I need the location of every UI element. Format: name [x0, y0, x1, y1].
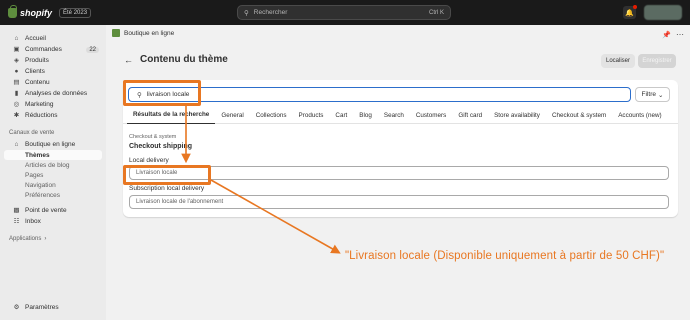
sidebar-item-label: Inbox	[25, 218, 41, 225]
account-avatar[interactable]	[644, 5, 682, 20]
sidebar-item-marketing[interactable]: ◎ Marketing	[4, 99, 102, 110]
sidebar-subitem-navigation[interactable]: Navigation	[4, 180, 102, 190]
sidebar-item-label: Analyses de données	[25, 90, 88, 97]
sidebar-item-contenu[interactable]: ▤ Contenu	[4, 77, 102, 88]
search-highlight-box	[123, 80, 201, 106]
tab-cart[interactable]: Cart	[329, 107, 353, 124]
sidebar-item-pos[interactable]: ▩ Point de vente	[4, 205, 102, 216]
sidebar-item-label: Boutique en ligne	[25, 141, 76, 148]
save-button[interactable]: Enregistrer	[638, 54, 676, 68]
tag-icon: ◈	[14, 57, 19, 64]
annotation-callout: "Livraison locale (Disponible uniquement…	[345, 250, 665, 262]
back-arrow-icon[interactable]: ←	[124, 55, 133, 65]
chevron-right-icon: ›	[44, 236, 47, 242]
tab-search[interactable]: Search	[378, 107, 410, 124]
sidebar-item-label: Réductions	[25, 112, 58, 119]
edition-badge[interactable]: Été 2023	[59, 7, 92, 18]
sidebar-item-label: Marketing	[25, 101, 54, 108]
tab-blog[interactable]: Blog	[353, 107, 378, 124]
filter-button[interactable]: Filtre ⌄	[635, 87, 670, 102]
tab-accounts-new[interactable]: Accounts (new)	[612, 107, 667, 124]
person-icon: ●	[14, 68, 19, 75]
orders-count-badge: 22	[86, 46, 99, 53]
sidebar-subitem-blog[interactable]: Articles de blog	[4, 160, 102, 170]
field-highlight-box	[123, 165, 211, 185]
sidebar-item-produits[interactable]: ◈ Produits	[4, 55, 102, 66]
content-icon: ▤	[13, 79, 20, 86]
tab-checkout-system[interactable]: Checkout & system	[546, 107, 612, 124]
sidebar-subitem-preferences[interactable]: Préférences	[4, 190, 102, 200]
sidebar-item-label: Produits	[25, 57, 49, 64]
chevron-down-icon: ⌄	[658, 91, 664, 99]
sidebar-item-commandes[interactable]: ▣ Commandes 22	[4, 44, 102, 55]
tab-store-availability[interactable]: Store availability	[488, 107, 546, 124]
local-delivery-label: Local delivery	[129, 157, 169, 164]
sidebar-item-reductions[interactable]: ✱ Réductions	[4, 110, 102, 121]
breadcrumb: Boutique en ligne	[112, 29, 174, 37]
pos-icon: ▩	[13, 207, 20, 214]
sidebar-item-settings[interactable]: ⚙ Paramètres	[4, 302, 102, 313]
filter-label: Filtre	[641, 91, 656, 98]
target-icon: ◎	[13, 101, 20, 108]
inbox-icon: ☷	[13, 218, 20, 225]
shopify-bag-icon	[8, 4, 17, 18]
tab-products[interactable]: Products	[293, 107, 330, 124]
applications-label: Applications	[9, 236, 42, 242]
shopify-logo[interactable]: shopify Été 2023	[8, 4, 92, 18]
discount-icon: ✱	[13, 112, 20, 119]
sidebar-bottom: ⚙ Paramètres	[0, 302, 106, 313]
tab-search-results[interactable]: Résultats de la recherche	[127, 107, 216, 124]
tab-general[interactable]: General	[215, 107, 249, 124]
pin-icon[interactable]: 📌	[662, 31, 671, 39]
sidebar-item-label: Commandes	[25, 46, 62, 53]
search-icon: ⚲	[244, 9, 249, 17]
more-options-icon[interactable]: ⋯	[676, 30, 684, 39]
tab-collections[interactable]: Collections	[250, 107, 293, 124]
subscription-delivery-label: Subscription local delivery	[129, 185, 205, 192]
search-placeholder: Rechercher	[253, 9, 288, 16]
sidebar-subitem-pages[interactable]: Pages	[4, 170, 102, 180]
search-shortcut: Ctrl K	[429, 9, 444, 16]
sidebar-item-analyses[interactable]: ▮ Analyses de données	[4, 88, 102, 99]
notification-dot	[633, 5, 637, 9]
localize-button[interactable]: Localiser	[601, 54, 635, 68]
sales-channels-heading: Canaux de vente	[9, 130, 55, 136]
sidebar-item-label: Point de vente	[25, 207, 67, 214]
top-bar: shopify Été 2023 ⚲ Rechercher Ctrl K 🔔	[0, 0, 690, 25]
brand-name: shopify	[20, 7, 53, 18]
notifications-bell-icon[interactable]: 🔔	[623, 5, 637, 19]
sidebar-item-label: Clients	[25, 68, 45, 75]
gear-icon: ⚙	[13, 304, 20, 311]
section-label: Checkout & system	[129, 134, 177, 140]
store-icon: ⌂	[14, 141, 19, 148]
sidebar-item-label: Contenu	[25, 79, 50, 86]
sidebar-item-accueil[interactable]: ⌂ Accueil	[4, 33, 102, 44]
sidebar-item-label: Paramètres	[25, 304, 59, 311]
breadcrumb-label[interactable]: Boutique en ligne	[124, 30, 174, 37]
sidebar-subitem-themes[interactable]: Thèmes	[4, 150, 102, 160]
chart-icon: ▮	[14, 90, 19, 97]
theme-content-card: ⚲ livraison locale Filtre ⌄ Résultats de…	[123, 80, 678, 217]
theme-search-input[interactable]: ⚲ livraison locale	[128, 87, 631, 102]
orders-icon: ▣	[13, 46, 20, 53]
home-icon: ⌂	[14, 35, 19, 42]
page-header: ← Contenu du thème	[124, 54, 228, 65]
global-search-input[interactable]: ⚲ Rechercher Ctrl K	[237, 5, 451, 20]
sidebar: ⌂ Accueil ▣ Commandes 22 ◈ Produits ● Clients…	[0, 25, 106, 320]
store-icon	[112, 29, 120, 37]
page-title: Contenu du thème	[140, 54, 228, 65]
sidebar-item-clients[interactable]: ● Clients	[4, 66, 102, 77]
section-title: Checkout shipping	[129, 143, 192, 150]
sidebar-item-inbox[interactable]: ☷ Inbox	[4, 216, 102, 227]
subscription-delivery-input[interactable]: Livraison locale de l'abonnement	[129, 195, 669, 209]
sidebar-item-label: Accueil	[25, 35, 46, 42]
tab-bar: Résultats de la recherche General Collec…	[123, 107, 678, 124]
sidebar-item-online-store[interactable]: ⌂ Boutique en ligne	[4, 139, 102, 150]
applications-heading[interactable]: Applications ›	[0, 236, 106, 242]
tab-gift-card[interactable]: Gift card	[452, 107, 488, 124]
tab-customers[interactable]: Customers	[410, 107, 452, 124]
